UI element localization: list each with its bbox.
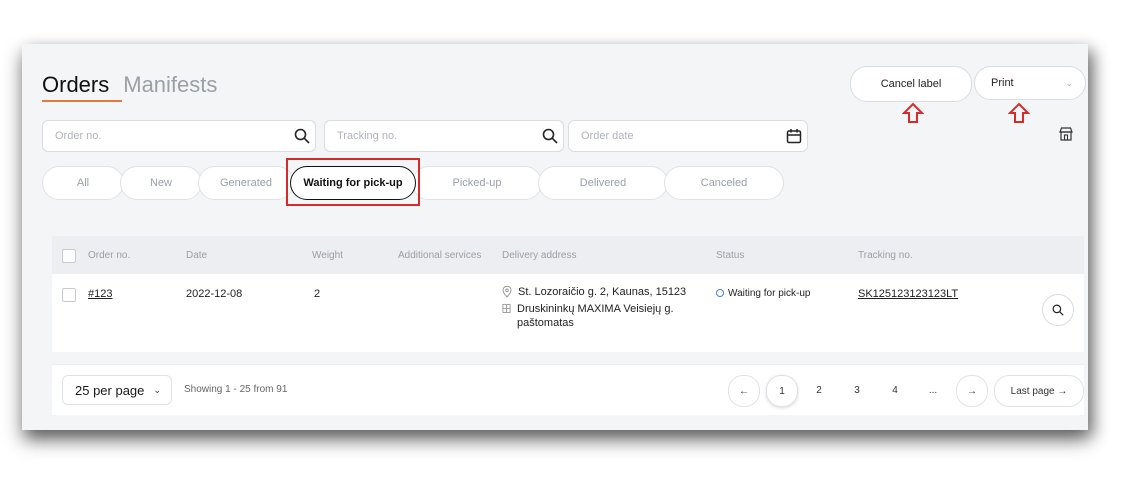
header-date[interactable]: Date [186, 250, 207, 261]
last-page-button[interactable]: Last page → [994, 375, 1084, 407]
page-3-button[interactable]: 3 [842, 375, 872, 405]
highlight-box-annotation [286, 158, 420, 206]
order-date: 2022-12-08 [186, 288, 243, 300]
row-checkbox[interactable] [62, 288, 76, 302]
chip-all[interactable]: All [42, 166, 124, 200]
per-page-value: 25 per page [75, 382, 145, 398]
orders-panel: Orders Manifests Cancel label Print ⌄ Or… [22, 44, 1088, 430]
cancel-label-button[interactable]: Cancel label [850, 66, 972, 102]
search-icon[interactable] [289, 128, 315, 144]
parcel-locker-icon [502, 303, 511, 313]
search-icon[interactable] [538, 128, 563, 144]
header-delivery-address: Delivery address [502, 249, 577, 261]
view-order-button[interactable] [1042, 294, 1074, 326]
address-to: Druskininkų MAXIMA Veisiejų g. paštomata… [517, 303, 674, 329]
header-order-no[interactable]: Order no. [88, 250, 130, 261]
page-ellipsis: ... [928, 384, 938, 396]
page-2-button[interactable]: 2 [804, 375, 834, 405]
chevron-down-icon: ⌄ [1065, 78, 1073, 88]
table-footer: 25 per page ⌄ Showing 1 - 25 from 91 ← 1… [52, 364, 1084, 415]
order-no-input[interactable] [43, 129, 290, 143]
header-weight[interactable]: Weight [312, 250, 343, 261]
chip-picked-up[interactable]: Picked-up [412, 166, 542, 200]
chip-new[interactable]: New [120, 166, 202, 200]
order-date-input[interactable] [569, 129, 782, 143]
status-dot-icon [716, 289, 724, 298]
store-icon[interactable] [1058, 126, 1074, 142]
showing-count: Showing 1 - 25 from 91 [184, 384, 288, 395]
prev-page-button[interactable]: ← [728, 375, 760, 407]
chevron-down-icon: ⌄ [153, 384, 161, 395]
order-no-search-field[interactable] [42, 120, 316, 152]
delivery-address: St. Lozoraičio g. 2, Kaunas, 15123 Drusk… [502, 286, 712, 330]
tab-manifests[interactable]: Manifests [123, 72, 217, 98]
chip-canceled[interactable]: Canceled [664, 166, 784, 200]
tab-bar: Orders Manifests [42, 72, 217, 98]
page-4-button[interactable]: 4 [880, 375, 910, 405]
orders-table: Order no. Date Weight Additional service… [52, 236, 1084, 352]
tab-orders[interactable]: Orders [42, 72, 109, 98]
search-icon [1052, 304, 1064, 316]
table-header: Order no. Date Weight Additional service… [52, 236, 1084, 274]
page-1-button[interactable]: 1 [766, 375, 798, 407]
table-row[interactable]: #123 2022-12-08 2 St. Lozoraičio g. 2, K… [52, 274, 1084, 352]
tracking-no-search-field[interactable] [324, 120, 564, 152]
chip-generated[interactable]: Generated [198, 166, 294, 200]
status-text: Waiting for pick-up [728, 288, 811, 299]
tracking-no-link[interactable]: SK125123123123LT [858, 288, 958, 300]
tracking-no-input[interactable] [325, 129, 538, 143]
chip-delivered[interactable]: Delivered [538, 166, 668, 200]
print-dropdown-button[interactable]: Print ⌄ [974, 66, 1086, 100]
active-tab-underline [42, 100, 122, 102]
select-all-checkbox[interactable] [62, 249, 76, 263]
order-weight: 2 [314, 288, 321, 300]
print-label: Print [991, 77, 1014, 89]
header-additional-services: Additional services [398, 249, 482, 261]
up-arrow-annotation-icon [1008, 102, 1030, 123]
header-tracking-no[interactable]: Tracking no. [858, 250, 913, 261]
header-status[interactable]: Status [716, 250, 744, 261]
status-badge: Waiting for pick-up [716, 288, 810, 299]
order-no-link[interactable]: #123 [88, 288, 112, 300]
per-page-select[interactable]: 25 per page ⌄ [62, 375, 172, 405]
order-date-field[interactable] [568, 120, 808, 152]
calendar-icon[interactable] [782, 128, 807, 144]
next-page-button[interactable]: → [956, 375, 988, 407]
up-arrow-annotation-icon [902, 102, 924, 123]
location-pin-icon [502, 286, 512, 298]
address-from: St. Lozoraičio g. 2, Kaunas, 15123 [518, 286, 687, 298]
